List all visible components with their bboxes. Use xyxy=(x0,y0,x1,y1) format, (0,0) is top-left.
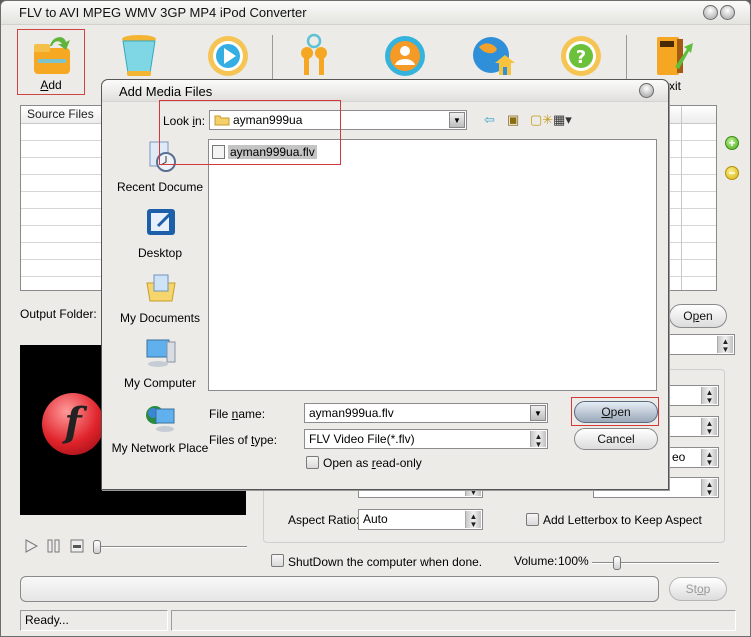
letterbox-label[interactable]: Add Letterbox to Keep Aspect xyxy=(543,513,702,527)
add-folder-icon xyxy=(34,37,70,74)
window-title: FLV to AVI MPEG WMV 3GP MP4 iPod Convert… xyxy=(19,5,307,20)
aspect-ratio-label: Aspect Ratio: xyxy=(288,513,360,527)
clear-cup-icon xyxy=(122,35,156,76)
shutdown-label[interactable]: ShutDown the computer when done. xyxy=(288,555,482,569)
file-item[interactable]: ayman999ua.flv xyxy=(212,143,317,159)
file-list[interactable]: ayman999ua.flv xyxy=(208,139,657,391)
keys-register-icon xyxy=(301,33,327,75)
dialog-title-bar: Add Media Files xyxy=(102,80,668,102)
place-my-documents[interactable]: My Documents xyxy=(114,271,206,335)
title-bar: FLV to AVI MPEG WMV 3GP MP4 iPod Convert… xyxy=(1,1,750,25)
play-icon[interactable] xyxy=(24,539,38,553)
look-in-select[interactable]: ayman999ua ▼ xyxy=(209,110,467,130)
file-item-name: ayman999ua.flv xyxy=(228,144,317,159)
shutdown-checkbox[interactable] xyxy=(271,554,284,567)
svg-text:?: ? xyxy=(576,47,586,68)
video-file-icon xyxy=(212,144,225,159)
dialog-open-button[interactable]: Open xyxy=(574,401,658,423)
back-icon[interactable]: ⇦ xyxy=(484,112,495,128)
aspect-ratio-value: Auto xyxy=(363,512,388,526)
toolbar-separator xyxy=(626,35,627,81)
settings-select-3-value: eo xyxy=(672,450,686,464)
add-file-button[interactable]: + xyxy=(725,136,739,150)
spinner-icon: ▲▼ xyxy=(530,431,546,448)
dialog-title: Add Media Files xyxy=(119,84,213,99)
pause-icon[interactable] xyxy=(47,539,61,553)
add-button[interactable]: Add xyxy=(17,29,85,95)
toolbar-separator xyxy=(272,35,273,81)
volume-slider-thumb[interactable] xyxy=(613,556,622,570)
recent-documents-icon xyxy=(149,141,176,172)
spinner-icon: ▲▼ xyxy=(701,449,717,467)
network-places-icon xyxy=(146,406,175,432)
plus-icon: + xyxy=(728,136,736,150)
exit-door-icon xyxy=(657,37,693,75)
place-desktop[interactable]: Desktop xyxy=(114,206,206,270)
place-label: My Network Place xyxy=(111,441,209,455)
dropdown-arrow-icon: ▼ xyxy=(530,405,546,421)
place-label: Desktop xyxy=(137,246,183,260)
my-documents-icon xyxy=(146,274,176,302)
add-media-files-dialog: Add Media Files Look in: ayman999ua ▼ ⇦ … xyxy=(101,79,669,490)
look-in-value: ayman999ua xyxy=(233,113,303,127)
up-folder-icon[interactable]: ▣ xyxy=(507,112,519,128)
close-button[interactable] xyxy=(720,5,735,20)
desktop-icon xyxy=(147,209,175,235)
place-recent-documents[interactable]: Recent Docume xyxy=(114,140,206,204)
minimize-button[interactable] xyxy=(703,5,718,20)
folder-icon xyxy=(214,115,230,126)
place-label: My Computer xyxy=(123,376,197,390)
file-type-value: FLV Video File(*.flv) xyxy=(309,432,415,446)
spinner-icon: ▲▼ xyxy=(701,479,717,497)
spinner-icon: ▲▼ xyxy=(701,387,717,405)
stop-icon[interactable] xyxy=(70,539,84,553)
file-type-label: Files of type: xyxy=(209,433,278,447)
file-name-input[interactable]: ayman999ua.flv ▼ xyxy=(304,403,548,423)
remove-file-button[interactable]: − xyxy=(725,166,739,180)
help-icon: ? xyxy=(561,36,601,76)
conversion-progress-bar xyxy=(20,576,659,602)
status-detail xyxy=(171,610,736,631)
flash-logo-icon: f xyxy=(42,393,104,455)
volume-slider-track[interactable] xyxy=(592,562,719,564)
place-label: My Documents xyxy=(119,311,201,325)
dialog-cancel-button[interactable]: Cancel xyxy=(574,428,658,450)
file-type-select[interactable]: FLV Video File(*.flv) ▲ ▼ xyxy=(304,429,548,449)
new-folder-icon[interactable]: ▢✳ xyxy=(530,112,553,128)
dropdown-arrow-icon: ▼ xyxy=(449,112,465,128)
output-folder-label: Output Folder: xyxy=(20,307,97,321)
look-in-label: Look in: xyxy=(163,114,206,128)
spinner-icon: ▲▼ xyxy=(717,336,733,354)
spinner-icon: ▲▼ xyxy=(701,418,717,436)
open-output-folder-button[interactable]: Open xyxy=(669,304,727,328)
volume-value: 100% xyxy=(558,554,589,568)
file-name-label: File name: xyxy=(209,407,266,421)
exit-label: xit xyxy=(669,79,681,93)
place-network-places[interactable]: My Network Place xyxy=(112,401,208,465)
status-text: Ready... xyxy=(20,610,168,631)
seek-slider-thumb[interactable] xyxy=(93,540,101,554)
add-label: Add xyxy=(40,78,62,92)
globe-home-icon xyxy=(473,37,515,75)
place-label: Recent Docume xyxy=(116,180,204,194)
read-only-label[interactable]: Open as read-only xyxy=(323,456,422,470)
aspect-ratio-select[interactable]: Auto ▲ ▼ xyxy=(358,509,483,530)
user-icon xyxy=(385,36,425,76)
minus-icon: − xyxy=(728,166,736,180)
stop-button[interactable]: Stop xyxy=(669,577,727,601)
letterbox-checkbox[interactable] xyxy=(526,513,539,526)
column-divider[interactable] xyxy=(681,106,682,290)
volume-label: Volume: xyxy=(514,554,558,568)
spinner-icon: ▲▼ xyxy=(465,511,481,529)
my-computer-icon xyxy=(146,339,176,367)
file-name-value: ayman999ua.flv xyxy=(309,406,394,420)
seek-slider-track[interactable] xyxy=(97,546,247,548)
play-convert-icon xyxy=(208,36,248,76)
dialog-close-button[interactable] xyxy=(639,83,654,98)
place-my-computer[interactable]: My Computer xyxy=(114,336,206,400)
view-menu-icon[interactable]: ▦▾ xyxy=(553,112,572,128)
read-only-checkbox[interactable] xyxy=(306,456,319,469)
